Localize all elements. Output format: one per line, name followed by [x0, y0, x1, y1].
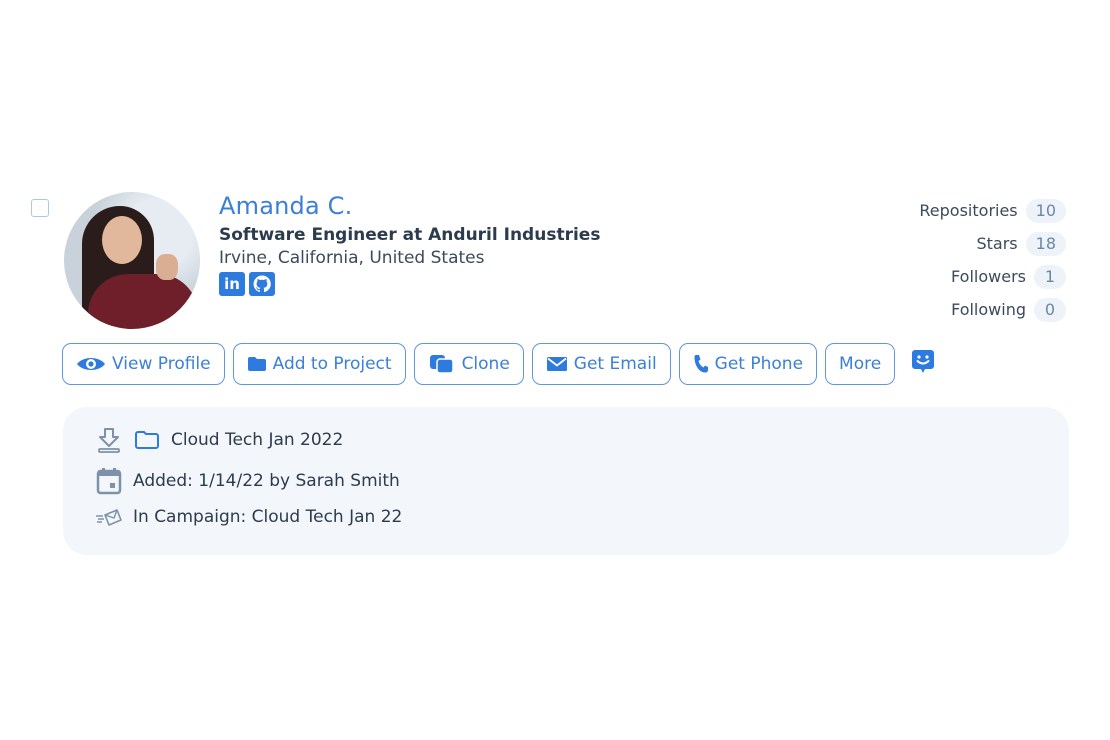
added-info: Added: 1/14/22 by Sarah Smith: [133, 471, 400, 491]
clone-button[interactable]: Clone: [413, 343, 524, 385]
detail-added: Added: 1/14/22 by Sarah Smith: [95, 467, 400, 495]
stats-panel: Repositories 10 Stars 18 Followers 1 Fol…: [919, 194, 1066, 326]
get-email-label: Get Email: [573, 354, 657, 374]
eye-icon: [77, 358, 105, 370]
add-to-project-label: Add to Project: [272, 354, 392, 374]
stat-label: Stars: [976, 234, 1018, 253]
stat-stars: Stars 18: [919, 227, 1066, 260]
view-profile-button[interactable]: View Profile: [62, 343, 225, 385]
avatar[interactable]: [64, 192, 200, 329]
download-icon[interactable]: [95, 427, 123, 453]
envelope-icon: [546, 357, 567, 371]
view-profile-label: View Profile: [112, 354, 211, 374]
get-email-button[interactable]: Get Email: [531, 343, 671, 385]
linkedin-glyph: in: [224, 275, 240, 293]
candidate-card: Amanda C. Software Engineer at Anduril I…: [0, 0, 1110, 740]
stat-label: Following: [951, 300, 1026, 319]
phone-icon: [694, 355, 708, 373]
more-label: More: [839, 354, 882, 374]
project-name[interactable]: Cloud Tech Jan 2022: [171, 430, 343, 450]
more-button[interactable]: More: [825, 343, 896, 385]
avatar-hand: [156, 254, 178, 280]
stat-label: Repositories: [919, 201, 1018, 220]
stat-value: 0: [1034, 297, 1066, 322]
detail-project: Cloud Tech Jan 2022: [95, 427, 343, 453]
get-phone-label: Get Phone: [714, 354, 804, 374]
campaign-send-icon: [95, 508, 123, 526]
clone-icon: [429, 355, 454, 374]
action-bar: View Profile Add to Project Clone Get Em…: [62, 343, 935, 385]
stat-value: 10: [1025, 198, 1066, 223]
campaign-info[interactable]: In Campaign: Cloud Tech Jan 22: [133, 507, 402, 527]
stat-repositories: Repositories 10: [919, 194, 1066, 227]
candidate-location: Irvine, California, United States: [219, 248, 485, 268]
clone-label: Clone: [461, 354, 510, 374]
github-icon[interactable]: [249, 272, 275, 296]
folder-icon: [247, 357, 266, 371]
avatar-body: [88, 274, 198, 329]
stat-value: 1: [1034, 264, 1066, 289]
github-glyph: [253, 275, 271, 293]
select-checkbox[interactable]: [31, 199, 49, 217]
stat-label: Followers: [951, 267, 1026, 286]
stat-value: 18: [1025, 231, 1066, 256]
folder-outline-icon: [133, 430, 161, 450]
detail-campaign: In Campaign: Cloud Tech Jan 22: [95, 507, 402, 527]
candidate-name[interactable]: Amanda C.: [219, 192, 352, 220]
details-panel: Cloud Tech Jan 2022 Added: 1/14/22 by Sa…: [63, 407, 1069, 555]
linkedin-icon[interactable]: in: [219, 272, 245, 296]
get-phone-button[interactable]: Get Phone: [678, 343, 818, 385]
chat-smiley-icon[interactable]: [911, 349, 935, 379]
candidate-title: Software Engineer at Anduril Industries: [219, 225, 601, 245]
calendar-icon: [95, 467, 123, 495]
stat-followers: Followers 1: [919, 260, 1066, 293]
stat-following: Following 0: [919, 293, 1066, 326]
avatar-face: [102, 216, 142, 264]
social-links: in: [219, 272, 275, 296]
add-to-project-button[interactable]: Add to Project: [232, 343, 406, 385]
